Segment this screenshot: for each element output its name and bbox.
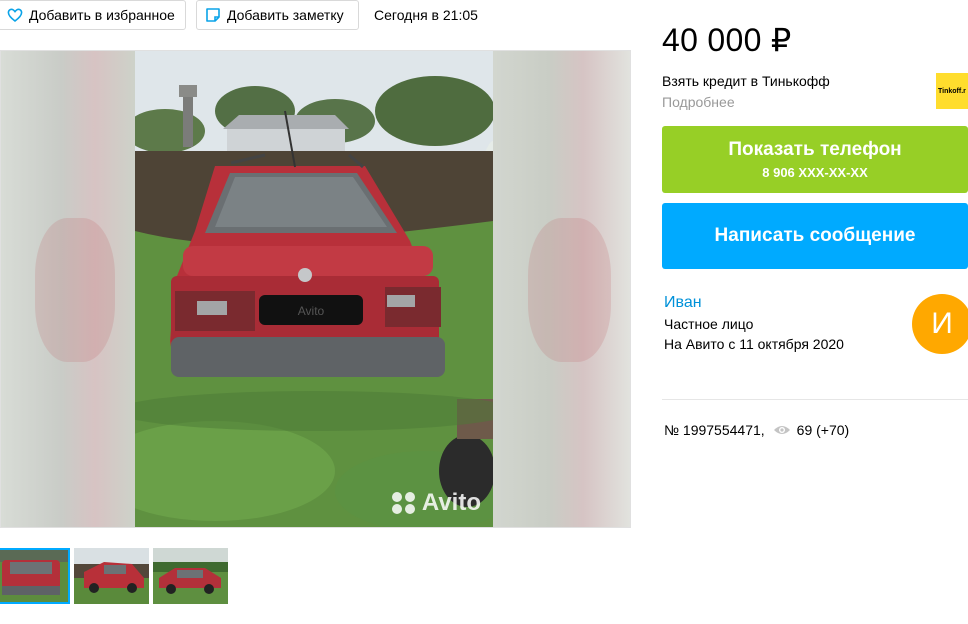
note-icon: [205, 7, 221, 23]
seller-type: Частное лицо: [664, 316, 754, 332]
seller-since: На Авито с 11 октября 2020: [664, 336, 844, 352]
write-message-button[interactable]: Написать сообщение: [662, 203, 968, 269]
add-note-button[interactable]: Добавить заметку: [196, 0, 359, 30]
gallery-blur-left: [1, 51, 135, 527]
credit-more-link[interactable]: Подробнее: [662, 94, 735, 110]
add-to-favorites-label: Добавить в избранное: [29, 7, 175, 23]
credit-offer-text[interactable]: Взять кредит в Тинькофф: [662, 73, 830, 89]
view-count: 69 (+70): [796, 422, 850, 438]
thumbnail-2[interactable]: [74, 548, 149, 604]
thumbnail-1[interactable]: [0, 548, 70, 604]
listing-date: Сегодня в 21:05: [374, 7, 478, 23]
eye-icon: [773, 424, 791, 436]
top-action-bar: Добавить в избранное Добавить заметку Се…: [0, 0, 520, 30]
listing-meta: № 1997554471, 69 (+70): [664, 422, 849, 438]
show-phone-label: Показать телефон: [728, 139, 902, 160]
ad-number: № 1997554471,: [664, 422, 765, 438]
add-to-favorites-button[interactable]: Добавить в избранное: [0, 0, 186, 30]
divider: [662, 399, 968, 400]
main-photo[interactable]: Avito Avito: [135, 51, 493, 527]
tinkoff-logo[interactable]: Tinkoff.r: [936, 73, 968, 109]
photo-gallery[interactable]: Avito Avito: [0, 50, 631, 528]
show-phone-button[interactable]: Показать телефон 8 906 XXX-XX-XX: [662, 126, 968, 193]
price: 40 000 ₽: [662, 22, 792, 58]
avito-logo-icon: [391, 492, 416, 514]
add-note-label: Добавить заметку: [227, 7, 344, 23]
phone-number: 8 906 XXX-XX-XX: [762, 165, 868, 180]
gallery-blur-right: [493, 51, 630, 527]
thumbnail-3[interactable]: [153, 548, 228, 604]
plate-watermark: Avito: [298, 304, 325, 318]
seller-name-link[interactable]: Иван: [664, 294, 702, 312]
avito-watermark: Avito: [391, 489, 481, 517]
heart-icon: [7, 7, 23, 23]
avatar[interactable]: И: [912, 294, 968, 354]
